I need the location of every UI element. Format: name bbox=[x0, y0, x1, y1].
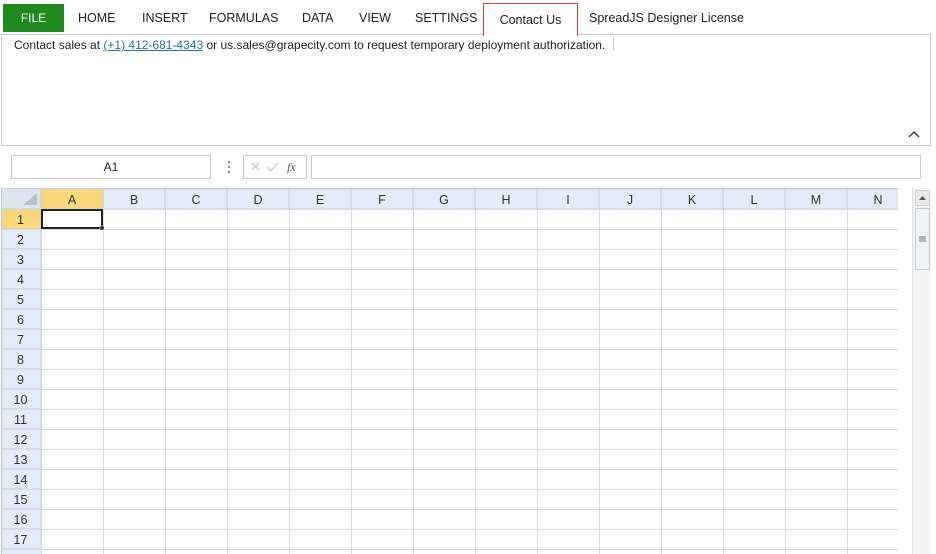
column-header-label: A bbox=[68, 193, 77, 207]
phone-link[interactable]: (+1) 412-681-4343 bbox=[103, 38, 203, 52]
grid-canvas[interactable]: A B C D E F G H I J K L M N1234567891011121314151617 bbox=[2, 189, 898, 554]
column-header-label: M bbox=[811, 193, 821, 207]
row-header-label: 9 bbox=[17, 373, 24, 387]
row-header-label: 14 bbox=[14, 473, 28, 487]
vertical-dots-icon bbox=[228, 161, 230, 173]
formula-input[interactable] bbox=[311, 155, 921, 179]
tab-formulas[interactable]: FORMULAS bbox=[209, 4, 278, 32]
row-header-label: 10 bbox=[14, 393, 28, 407]
triangle-up-icon bbox=[919, 196, 926, 200]
row-header-label: 12 bbox=[14, 433, 28, 447]
contact-middle-text: or bbox=[203, 38, 221, 52]
contact-suffix-text: to request temporary deployment authoriz… bbox=[350, 38, 606, 52]
contact-prefix-text: Contact sales at bbox=[14, 38, 104, 52]
column-header-label: J bbox=[627, 193, 633, 207]
tab-contact-us[interactable]: Contact Us bbox=[483, 3, 578, 36]
contact-sales-message: Contact sales at (+1) 412-681-4343 or us… bbox=[14, 38, 605, 52]
column-header-label: B bbox=[130, 193, 138, 207]
row-header-label: 2 bbox=[17, 233, 24, 247]
column-header-label: D bbox=[253, 193, 262, 207]
ribbon-separator bbox=[613, 37, 614, 51]
row-header-label: 3 bbox=[17, 253, 24, 267]
scroll-thumb[interactable] bbox=[915, 208, 930, 270]
spreadsheet-grid[interactable]: A B C D E F G H I J K L M N 1 2 3 4 5 6 7 8 9 10 11 12 13 14 15 16 17 bbox=[1, 188, 898, 554]
row-header-label: 6 bbox=[17, 313, 24, 327]
column-header-label: I bbox=[566, 193, 569, 207]
tab-file[interactable]: FILE bbox=[3, 4, 64, 32]
tab-data[interactable]: DATA bbox=[302, 4, 333, 32]
function-icon[interactable]: fx bbox=[287, 160, 296, 174]
column-header-label: N bbox=[873, 193, 882, 207]
vertical-scrollbar[interactable] bbox=[912, 188, 931, 554]
column-header-label: G bbox=[439, 193, 449, 207]
formula-actions: fx bbox=[243, 155, 307, 179]
tab-home[interactable]: HOME bbox=[78, 4, 116, 32]
chevron-up-icon bbox=[908, 131, 920, 138]
tab-spreadjs-designer-license[interactable]: SpreadJS Designer License bbox=[589, 4, 744, 32]
formula-bar-splitter[interactable] bbox=[455, 181, 479, 192]
email-text: us.sales@grapecity.com bbox=[220, 38, 351, 52]
namebox-resize-handle[interactable] bbox=[224, 158, 234, 176]
grip-lines-icon bbox=[919, 236, 926, 242]
row-header-label: 1 bbox=[17, 213, 24, 227]
tab-insert[interactable]: INSERT bbox=[142, 4, 188, 32]
check-icon[interactable] bbox=[266, 162, 279, 172]
row-header-label: 16 bbox=[14, 513, 28, 527]
ribbon-tab-bar: FILE HOME INSERT FORMULAS DATA VIEW SETT… bbox=[0, 0, 936, 36]
row-header-label: 15 bbox=[14, 493, 28, 507]
column-header-label: K bbox=[688, 193, 697, 207]
row-header-label: 4 bbox=[17, 273, 24, 287]
ribbon-panel: Contact sales at (+1) 412-681-4343 or us… bbox=[1, 34, 931, 146]
row-header-label: 17 bbox=[14, 533, 28, 547]
tab-view[interactable]: VIEW bbox=[359, 4, 391, 32]
collapse-ribbon-button[interactable] bbox=[907, 127, 921, 141]
row-header-label: 11 bbox=[14, 413, 27, 427]
column-header-label: C bbox=[191, 193, 200, 207]
row-header-label: 13 bbox=[14, 453, 28, 467]
row-header-label: 8 bbox=[17, 353, 24, 367]
fill-handle[interactable] bbox=[99, 225, 105, 231]
x-icon[interactable] bbox=[251, 162, 260, 171]
scroll-up-button[interactable] bbox=[915, 190, 930, 206]
column-header-label: F bbox=[378, 193, 386, 207]
name-box[interactable]: A1 bbox=[11, 155, 211, 179]
tab-settings[interactable]: SETTINGS bbox=[415, 4, 478, 32]
active-cell-border[interactable] bbox=[41, 209, 103, 229]
column-header-label: L bbox=[751, 193, 758, 207]
column-header-label: E bbox=[316, 193, 324, 207]
column-header-label: H bbox=[501, 193, 510, 207]
row-header-label: 5 bbox=[17, 293, 24, 307]
row-header-label: 7 bbox=[17, 333, 24, 347]
